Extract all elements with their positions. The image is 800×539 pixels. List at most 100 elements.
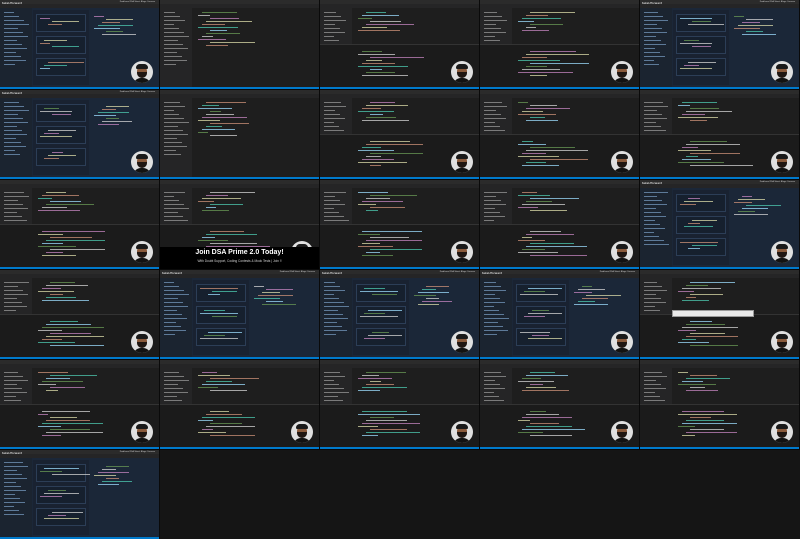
problem-card[interactable]	[676, 58, 726, 76]
problem-card[interactable]	[196, 328, 246, 346]
file-tree-item[interactable]	[644, 196, 657, 197]
file-tree-item[interactable]	[164, 110, 174, 111]
file-tree-item[interactable]	[324, 40, 339, 41]
file-tree-item[interactable]	[644, 24, 657, 25]
video-thumbnail[interactable]: Join DSA Prime 2.0 Today! With Doubt Supp…	[159, 179, 320, 270]
file-tree-item[interactable]	[4, 310, 16, 311]
file-tree-item[interactable]	[324, 126, 339, 127]
file-tree-item[interactable]	[324, 388, 344, 389]
problem-card[interactable]	[196, 306, 246, 324]
file-tree-item[interactable]	[164, 114, 179, 115]
file-tree-item[interactable]	[4, 204, 23, 205]
file-tree-item[interactable]	[164, 16, 180, 17]
file-tree-item[interactable]	[164, 396, 177, 397]
file-tree-item[interactable]	[644, 228, 665, 229]
file-tree-item[interactable]	[484, 208, 495, 209]
file-tree-item[interactable]	[4, 216, 22, 217]
file-tree-item[interactable]	[4, 114, 18, 115]
video-thumbnail[interactable]	[159, 0, 320, 90]
file-tree-item[interactable]	[164, 24, 174, 25]
file-tree-item[interactable]	[644, 388, 666, 389]
file-tree-item[interactable]	[484, 294, 495, 295]
file-tree-item[interactable]	[324, 32, 345, 33]
file-tree-item[interactable]	[644, 208, 656, 209]
file-tree-item[interactable]	[164, 12, 175, 13]
file-tree-item[interactable]	[484, 220, 494, 221]
file-tree-item[interactable]	[164, 302, 183, 303]
file-tree-item[interactable]	[4, 388, 22, 389]
file-tree-item[interactable]	[644, 16, 663, 17]
brand-logo[interactable]: takeUforward	[2, 451, 22, 455]
file-tree-item[interactable]	[644, 114, 662, 115]
problem-card[interactable]	[36, 58, 86, 76]
video-thumbnail[interactable]	[159, 359, 320, 450]
file-tree-item[interactable]	[324, 306, 349, 307]
problem-card[interactable]	[676, 194, 726, 212]
file-tree-item[interactable]	[324, 372, 340, 373]
file-tree-item[interactable]	[324, 282, 335, 283]
file-tree-item[interactable]	[324, 330, 347, 331]
file-tree-item[interactable]	[644, 126, 661, 127]
file-tree-item[interactable]	[324, 396, 338, 397]
file-tree-item[interactable]	[324, 400, 343, 401]
file-tree-item[interactable]	[644, 204, 667, 205]
brand-logo[interactable]: takeUforward	[322, 271, 342, 275]
video-thumbnail[interactable]	[479, 0, 640, 90]
brand-logo[interactable]: takeUforward	[162, 271, 182, 275]
autocomplete-popup[interactable]	[672, 310, 754, 317]
file-tree-item[interactable]	[164, 200, 179, 201]
file-tree-item[interactable]	[4, 20, 24, 21]
file-tree-item[interactable]	[4, 64, 15, 65]
file-tree-item[interactable]	[644, 48, 655, 49]
file-tree-item[interactable]	[484, 110, 496, 111]
file-tree-item[interactable]	[4, 134, 27, 135]
file-tree-item[interactable]	[4, 502, 25, 503]
file-tree-item[interactable]	[484, 122, 495, 123]
nav-links[interactable]: Problems DSA Sheet Blogs Courses	[120, 1, 155, 3]
file-tree-item[interactable]	[4, 486, 21, 487]
file-tree-item[interactable]	[644, 118, 667, 119]
file-tree-item[interactable]	[164, 318, 187, 319]
video-thumbnail[interactable]	[319, 179, 480, 270]
file-tree-item[interactable]	[644, 298, 661, 299]
video-thumbnail[interactable]: takeUforward Problems DSA Sheet Blogs Cou…	[0, 0, 160, 90]
file-tree-item[interactable]	[644, 52, 660, 53]
file-tree-item[interactable]	[164, 220, 188, 221]
file-tree-item[interactable]	[644, 110, 657, 111]
problem-card[interactable]	[36, 486, 86, 504]
video-thumbnail[interactable]	[0, 269, 160, 360]
file-tree-item[interactable]	[484, 216, 505, 217]
file-tree-item[interactable]	[644, 384, 661, 385]
file-tree-item[interactable]	[164, 380, 189, 381]
file-tree-item[interactable]	[164, 310, 177, 311]
file-tree-item[interactable]	[644, 220, 655, 221]
file-tree-item[interactable]	[4, 220, 27, 221]
file-tree-item[interactable]	[164, 322, 176, 323]
file-tree-item[interactable]	[644, 20, 668, 21]
file-tree-item[interactable]	[484, 376, 506, 377]
file-tree-item[interactable]	[644, 302, 666, 303]
file-tree-item[interactable]	[4, 380, 28, 381]
problem-card[interactable]	[676, 238, 726, 256]
brand-logo[interactable]: takeUforward	[642, 181, 662, 185]
file-tree-item[interactable]	[164, 372, 179, 373]
file-tree-item[interactable]	[324, 326, 342, 327]
file-tree-item[interactable]	[164, 56, 182, 57]
file-tree-item[interactable]	[4, 286, 18, 287]
file-tree-item[interactable]	[4, 482, 16, 483]
file-tree-item[interactable]	[324, 212, 339, 213]
file-tree-item[interactable]	[4, 306, 27, 307]
file-tree-item[interactable]	[164, 40, 178, 41]
file-tree-item[interactable]	[4, 506, 14, 507]
file-tree-item[interactable]	[324, 122, 334, 123]
file-tree-item[interactable]	[484, 192, 507, 193]
file-tree-item[interactable]	[164, 376, 184, 377]
file-tree-item[interactable]	[164, 48, 188, 49]
file-tree-item[interactable]	[324, 310, 338, 311]
file-tree-item[interactable]	[164, 334, 175, 335]
problem-card[interactable]	[36, 508, 86, 526]
nav-links[interactable]: Problems DSA Sheet Blogs Courses	[760, 181, 795, 183]
file-tree-item[interactable]	[644, 122, 656, 123]
file-tree-item[interactable]	[324, 12, 336, 13]
file-tree-item[interactable]	[164, 192, 185, 193]
